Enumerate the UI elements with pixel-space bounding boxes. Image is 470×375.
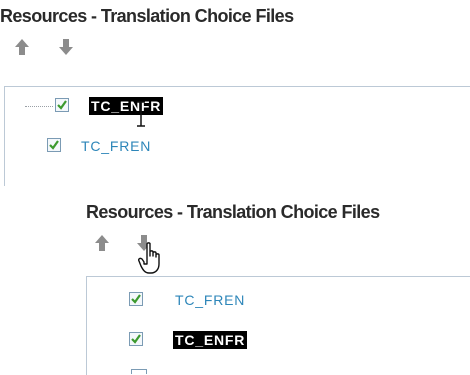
item-checkbox[interactable]	[129, 292, 143, 306]
move-up-button[interactable]	[94, 234, 110, 252]
tree-connector	[25, 106, 53, 107]
tree-item[interactable]: TC_ENFR	[5, 95, 470, 127]
translation-files-tree: TC_ENFR TC_FREN	[4, 86, 470, 186]
panel-title: Resources - Translation Choice Files	[86, 202, 380, 222]
panel-after: Resources - Translation Choice Files TC_…	[86, 196, 470, 375]
hand-pointer-cursor-icon	[138, 242, 160, 274]
checkmark-icon	[49, 140, 59, 150]
item-checkbox[interactable]	[55, 98, 69, 112]
panel-before: Resources - Translation Choice Files TC_…	[0, 0, 470, 186]
translation-files-tree: TC_FREN TC_ENFR	[86, 276, 470, 375]
item-checkbox[interactable]	[47, 138, 61, 152]
text-ibeam-cursor-icon	[137, 101, 145, 127]
item-label[interactable]: TC_FREN	[79, 137, 153, 155]
arrow-down-icon	[59, 39, 73, 55]
checkmark-icon	[131, 334, 141, 344]
move-up-button[interactable]	[14, 38, 30, 56]
item-label[interactable]: TC_ENFR	[89, 97, 164, 115]
item-checkbox[interactable]	[129, 332, 143, 346]
arrow-up-icon	[95, 235, 109, 251]
tree-item[interactable]: TC_FREN	[87, 289, 470, 313]
arrow-up-icon	[15, 39, 29, 55]
item-label[interactable]: TC_ENFR	[173, 331, 248, 349]
item-label[interactable]: TC_FREN	[173, 291, 247, 309]
panel-title: Resources - Translation Choice Files	[0, 6, 294, 26]
checkmark-icon	[131, 294, 141, 304]
tree-item[interactable]: TC_ENFR	[87, 329, 470, 353]
tree-item[interactable]: TC_FREN	[5, 135, 470, 159]
next-item-fragment	[117, 369, 177, 375]
move-down-button[interactable]	[58, 38, 74, 56]
checkmark-icon	[57, 100, 67, 110]
